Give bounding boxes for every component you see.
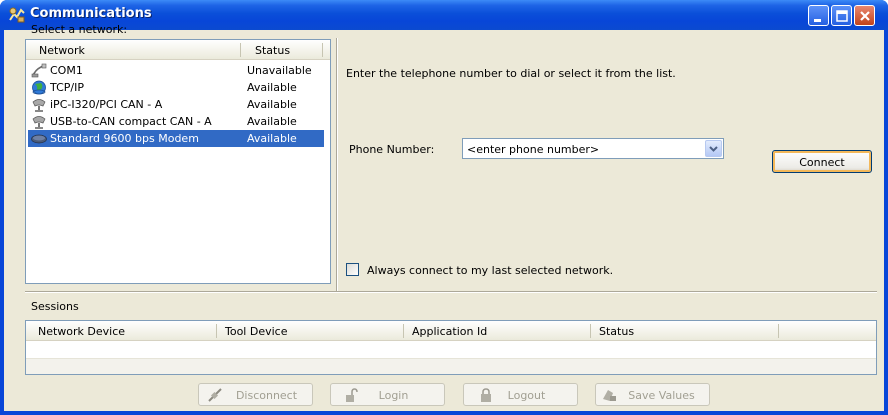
network-name: USB-to-CAN compact CAN - A: [50, 115, 212, 128]
network-status: Available: [247, 115, 297, 128]
window-title: Communications: [30, 6, 152, 21]
network-status: Available: [247, 132, 297, 145]
minimize-icon: [814, 19, 821, 22]
communications-icon: [9, 7, 25, 23]
column-network[interactable]: Network: [39, 44, 85, 57]
sessions-list[interactable]: Network Device Tool Device Application I…: [25, 320, 877, 375]
can-adapter-icon: [32, 116, 46, 129]
sessions-label: Sessions: [31, 300, 79, 313]
disconnect-button-label: Disconnect: [235, 389, 298, 402]
globe-network-icon: [32, 80, 46, 95]
column-status[interactable]: Status: [599, 325, 634, 338]
vertical-divider-highlight: [337, 38, 338, 291]
network-item-usb-to-can[interactable]: USB-to-CAN compact CAN - A Available: [28, 113, 324, 130]
phone-number-dropdown-button[interactable]: [705, 140, 722, 157]
network-name: iPC-I320/PCI CAN - A: [50, 98, 163, 111]
column-tool-device[interactable]: Tool Device: [225, 325, 287, 338]
maximize-button[interactable]: [831, 5, 852, 26]
network-item-modem[interactable]: Standard 9600 bps Modem Available: [28, 130, 324, 147]
column-separator[interactable]: [778, 324, 779, 338]
phone-number-combobox[interactable]: <enter phone number>: [462, 138, 724, 159]
column-application-id[interactable]: Application Id: [412, 325, 487, 338]
maximize-icon: [836, 10, 848, 22]
horizontal-scrollbar[interactable]: [26, 358, 876, 374]
title-bar[interactable]: Communications: [0, 0, 888, 30]
horizontal-divider-highlight: [25, 292, 877, 293]
column-network-device[interactable]: Network Device: [38, 325, 125, 338]
disconnect-button[interactable]: Disconnect: [198, 383, 313, 406]
window-border-bottom: [0, 411, 888, 415]
phone-number-label: Phone Number:: [349, 143, 435, 156]
window-border-right: [884, 30, 888, 415]
connect-button[interactable]: Connect: [772, 150, 872, 173]
can-adapter-icon: [32, 99, 46, 112]
minimize-button[interactable]: [808, 5, 829, 26]
network-name: TCP/IP: [50, 81, 84, 94]
network-name: Standard 9600 bps Modem: [50, 132, 199, 145]
column-separator[interactable]: [403, 324, 404, 338]
network-item-tcpip[interactable]: TCP/IP Available: [28, 79, 324, 96]
connect-button-label: Connect: [799, 156, 845, 169]
save-values-button[interactable]: Save Values: [595, 383, 710, 406]
sessions-list-header: Network Device Tool Device Application I…: [26, 321, 876, 341]
network-status: Unavailable: [247, 64, 312, 77]
save-values-button-label: Save Values: [628, 389, 695, 402]
login-button-label: Login: [378, 389, 409, 402]
network-list-header: Network Status: [26, 40, 330, 60]
logout-button[interactable]: Logout: [463, 383, 578, 406]
column-status[interactable]: Status: [255, 44, 290, 57]
close-button[interactable]: [854, 5, 875, 26]
network-item-com1[interactable]: COM1 Unavailable: [28, 62, 324, 79]
column-separator[interactable]: [322, 43, 323, 57]
chevron-down-icon: [709, 146, 718, 152]
always-connect-label[interactable]: Always connect to my last selected netwo…: [367, 264, 613, 277]
network-item-ipc-i320[interactable]: iPC-I320/PCI CAN - A Available: [28, 96, 324, 113]
column-separator[interactable]: [590, 324, 591, 338]
serial-port-icon: [31, 63, 47, 78]
column-separator[interactable]: [216, 324, 217, 338]
column-separator[interactable]: [240, 43, 241, 57]
modem-icon: [31, 134, 47, 144]
close-icon: [860, 11, 870, 21]
login-button[interactable]: Login: [330, 383, 445, 406]
dial-instruction: Enter the telephone number to dial or se…: [346, 67, 676, 80]
network-name: COM1: [50, 64, 83, 77]
network-status: Available: [247, 81, 297, 94]
logout-button-label: Logout: [507, 389, 546, 402]
select-network-label: Select a network:: [31, 23, 128, 36]
always-connect-checkbox[interactable]: [346, 263, 359, 276]
phone-number-input[interactable]: <enter phone number>: [467, 143, 599, 156]
network-status: Available: [247, 98, 297, 111]
network-list[interactable]: Network Status COM1 Unavailable TCP/IP A…: [25, 39, 331, 284]
